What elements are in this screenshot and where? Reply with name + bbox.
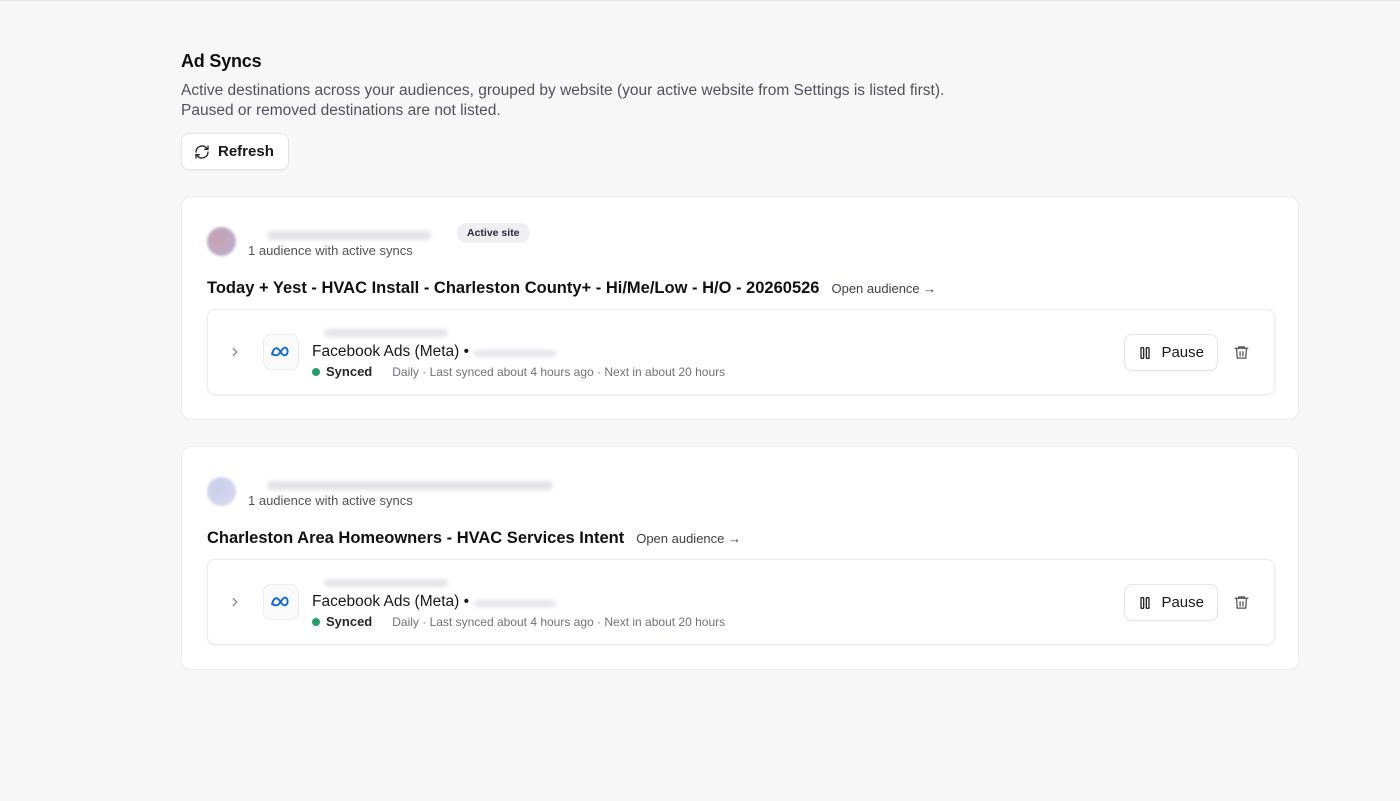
refresh-button[interactable]: Refresh <box>181 133 289 170</box>
chevron-right-icon[interactable] <box>228 595 242 609</box>
audience-title: Today + Yest - HVAC Install - Charleston… <box>207 279 820 297</box>
site-header: 1 audience with active syncs <box>207 473 807 513</box>
sync-status-line: Synced Daily · Last synced about 4 hours… <box>312 364 725 379</box>
destination-id-redacted <box>474 350 556 357</box>
account-name-redacted <box>324 579 448 587</box>
pause-button[interactable]: Pause <box>1124 584 1218 621</box>
trash-icon[interactable] <box>1233 344 1250 361</box>
destination-name: Facebook Ads (Meta) • <box>312 593 470 610</box>
page-description: Active destinations across your audience… <box>181 81 1299 121</box>
audience-title: Charleston Area Homeowners - HVAC Servic… <box>207 529 625 547</box>
site-avatar <box>207 477 236 506</box>
meta-logo-icon <box>263 584 299 620</box>
site-avatar <box>207 227 236 256</box>
sync-status: Synced <box>326 364 373 379</box>
site-subtitle: 1 audience with active syncs <box>248 243 413 258</box>
pause-label: Pause <box>1161 594 1204 611</box>
destination-name: Facebook Ads (Meta) • <box>312 343 470 360</box>
pause-icon <box>1140 346 1151 359</box>
pause-label: Pause <box>1161 344 1204 361</box>
site-name-redacted <box>267 231 431 240</box>
destination-id-redacted <box>474 600 556 607</box>
destination-card: Facebook Ads (Meta) • Synced Daily · Las… <box>207 309 1275 395</box>
page-title: Ad Syncs <box>181 51 262 71</box>
site-name-redacted <box>267 481 553 490</box>
sync-details: Daily · Last synced about 4 hours ago · … <box>392 614 726 629</box>
refresh-icon <box>195 144 209 159</box>
site-card: 1 audience with active syncs Charleston … <box>181 446 1299 670</box>
site-card: Active site 1 audience with active syncs… <box>181 196 1299 420</box>
meta-logo-icon <box>263 334 299 370</box>
page-description-line2: Paused or removed destinations are not l… <box>181 102 501 119</box>
open-audience-link[interactable]: Open audience → <box>636 531 741 546</box>
destination-card: Facebook Ads (Meta) • Synced Daily · Las… <box>207 559 1275 645</box>
sync-status: Synced <box>326 614 373 629</box>
site-subtitle: 1 audience with active syncs <box>248 493 413 508</box>
site-header: Active site 1 audience with active syncs <box>207 223 807 263</box>
page-description-line1: Active destinations across your audience… <box>181 82 945 99</box>
main-content: Ad Syncs Active destinations across your… <box>181 51 1299 670</box>
sync-details: Daily · Last synced about 4 hours ago · … <box>392 364 726 379</box>
sync-status-line: Synced Daily · Last synced about 4 hours… <box>312 614 725 629</box>
chevron-right-icon[interactable] <box>228 345 242 359</box>
status-dot <box>312 367 320 376</box>
refresh-label: Refresh <box>218 143 274 160</box>
audience-row: Charleston Area Homeowners - HVAC Servic… <box>207 529 741 548</box>
pause-button[interactable]: Pause <box>1124 334 1218 371</box>
account-name-redacted <box>324 329 448 337</box>
active-site-badge: Active site <box>457 223 530 243</box>
open-audience-link[interactable]: Open audience → <box>831 281 936 296</box>
audience-row: Today + Yest - HVAC Install - Charleston… <box>207 279 936 298</box>
pause-icon <box>1140 596 1151 609</box>
trash-icon[interactable] <box>1233 594 1250 611</box>
status-dot <box>312 617 320 626</box>
